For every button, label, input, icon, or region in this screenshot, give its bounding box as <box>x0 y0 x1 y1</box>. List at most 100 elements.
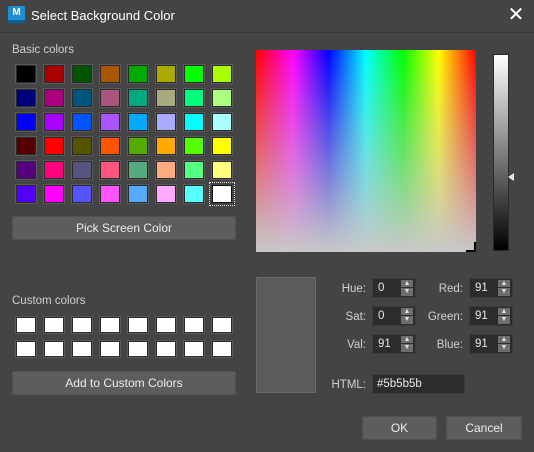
luminance-slider-handle[interactable] <box>508 173 514 181</box>
custom-color-swatch[interactable] <box>127 316 149 334</box>
close-icon[interactable]: ✕ <box>507 5 525 25</box>
basic-color-swatch[interactable] <box>127 88 149 108</box>
basic-color-swatch[interactable] <box>211 160 233 180</box>
basic-color-swatch[interactable] <box>127 112 149 132</box>
basic-color-swatch[interactable] <box>183 64 205 84</box>
basic-color-swatch[interactable] <box>71 112 93 132</box>
spin-up-icon[interactable]: ▲ <box>498 336 510 344</box>
spin-up-icon[interactable]: ▲ <box>401 280 413 288</box>
basic-color-swatch[interactable] <box>15 112 37 132</box>
basic-color-swatch[interactable] <box>15 184 37 204</box>
spin-down-icon[interactable]: ▼ <box>498 316 510 324</box>
green-spinbox[interactable]: 91 ▲ ▼ <box>469 306 513 326</box>
custom-color-swatch[interactable] <box>127 340 149 358</box>
spin-down-icon[interactable]: ▼ <box>498 344 510 352</box>
spin-down-icon[interactable]: ▼ <box>401 288 413 296</box>
sat-spin-arrows[interactable]: ▲ ▼ <box>401 308 413 324</box>
basic-color-swatch[interactable] <box>15 136 37 156</box>
custom-color-swatch[interactable] <box>99 316 121 334</box>
basic-color-swatch[interactable] <box>99 160 121 180</box>
basic-color-swatch[interactable] <box>127 160 149 180</box>
basic-color-swatch[interactable] <box>43 88 65 108</box>
spin-down-icon[interactable]: ▼ <box>401 344 413 352</box>
hue-spin-arrows[interactable]: ▲ ▼ <box>401 280 413 296</box>
spin-up-icon[interactable]: ▲ <box>401 336 413 344</box>
custom-color-swatch[interactable] <box>43 340 65 358</box>
basic-color-swatch[interactable] <box>43 184 65 204</box>
basic-color-swatch[interactable] <box>43 160 65 180</box>
basic-color-swatch[interactable] <box>71 64 93 84</box>
basic-color-swatch[interactable] <box>209 182 235 206</box>
basic-color-swatch[interactable] <box>15 88 37 108</box>
val-spinbox[interactable]: 91 ▲ ▼ <box>372 334 416 354</box>
custom-color-swatch[interactable] <box>71 316 93 334</box>
custom-color-swatch[interactable] <box>211 316 233 334</box>
app-icon-letter: M <box>12 7 21 18</box>
luminance-slider[interactable] <box>493 54 509 251</box>
basic-color-swatch[interactable] <box>43 112 65 132</box>
basic-color-swatch[interactable] <box>211 136 233 156</box>
basic-color-swatch[interactable] <box>155 112 177 132</box>
custom-color-swatch[interactable] <box>155 340 177 358</box>
basic-color-swatch[interactable] <box>155 136 177 156</box>
val-spin-arrows[interactable]: ▲ ▼ <box>401 336 413 352</box>
basic-color-swatch[interactable] <box>211 88 233 108</box>
basic-color-swatch[interactable] <box>127 184 149 204</box>
blue-spin-arrows[interactable]: ▲ ▼ <box>498 336 510 352</box>
basic-color-swatch[interactable] <box>71 136 93 156</box>
spin-down-icon[interactable]: ▼ <box>498 288 510 296</box>
basic-color-swatch[interactable] <box>99 112 121 132</box>
sat-spinbox[interactable]: 0 ▲ ▼ <box>372 306 416 326</box>
val-value: 91 <box>378 338 391 350</box>
hue-saturation-picker[interactable] <box>256 50 476 252</box>
spin-up-icon[interactable]: ▲ <box>401 308 413 316</box>
html-hex-input[interactable]: #5b5b5b <box>372 374 465 394</box>
picker-crosshair <box>466 242 476 252</box>
basic-color-swatch[interactable] <box>155 64 177 84</box>
basic-color-swatch[interactable] <box>211 64 233 84</box>
basic-color-swatch[interactable] <box>71 184 93 204</box>
basic-color-swatch[interactable] <box>183 112 205 132</box>
custom-color-swatch[interactable] <box>15 340 37 358</box>
basic-color-swatch[interactable] <box>127 136 149 156</box>
custom-color-swatch[interactable] <box>211 340 233 358</box>
custom-color-swatch[interactable] <box>71 340 93 358</box>
custom-color-swatch[interactable] <box>99 340 121 358</box>
basic-color-swatch[interactable] <box>155 160 177 180</box>
custom-color-swatch[interactable] <box>183 340 205 358</box>
basic-color-swatch[interactable] <box>71 88 93 108</box>
basic-color-swatch[interactable] <box>99 88 121 108</box>
basic-color-swatch[interactable] <box>99 136 121 156</box>
basic-color-swatch[interactable] <box>99 64 121 84</box>
spin-up-icon[interactable]: ▲ <box>498 308 510 316</box>
hue-spinbox[interactable]: 0 ▲ ▼ <box>372 278 416 298</box>
custom-color-swatch[interactable] <box>15 316 37 334</box>
cancel-button[interactable]: Cancel <box>446 416 522 440</box>
basic-color-swatch[interactable] <box>15 160 37 180</box>
basic-color-swatch[interactable] <box>99 184 121 204</box>
basic-color-swatch[interactable] <box>211 112 233 132</box>
custom-color-swatch[interactable] <box>43 316 65 334</box>
custom-color-swatch[interactable] <box>155 316 177 334</box>
red-spinbox[interactable]: 91 ▲ ▼ <box>469 278 513 298</box>
basic-color-swatch[interactable] <box>183 160 205 180</box>
basic-color-swatch[interactable] <box>15 64 37 84</box>
blue-spinbox[interactable]: 91 ▲ ▼ <box>469 334 513 354</box>
basic-color-swatch[interactable] <box>43 64 65 84</box>
basic-color-swatch[interactable] <box>183 184 205 204</box>
spin-up-icon[interactable]: ▲ <box>498 280 510 288</box>
custom-color-swatch[interactable] <box>183 316 205 334</box>
basic-color-swatch[interactable] <box>71 160 93 180</box>
pick-screen-color-button[interactable]: Pick Screen Color <box>12 216 236 240</box>
ok-button[interactable]: OK <box>362 416 437 440</box>
basic-color-swatch[interactable] <box>43 136 65 156</box>
green-spin-arrows[interactable]: ▲ ▼ <box>498 308 510 324</box>
basic-color-swatch[interactable] <box>155 184 177 204</box>
basic-color-swatch[interactable] <box>155 88 177 108</box>
add-to-custom-colors-button[interactable]: Add to Custom Colors <box>12 371 236 395</box>
basic-color-swatch[interactable] <box>183 88 205 108</box>
basic-color-swatch[interactable] <box>127 64 149 84</box>
spin-down-icon[interactable]: ▼ <box>401 316 413 324</box>
basic-color-swatch[interactable] <box>183 136 205 156</box>
red-spin-arrows[interactable]: ▲ ▼ <box>498 280 510 296</box>
